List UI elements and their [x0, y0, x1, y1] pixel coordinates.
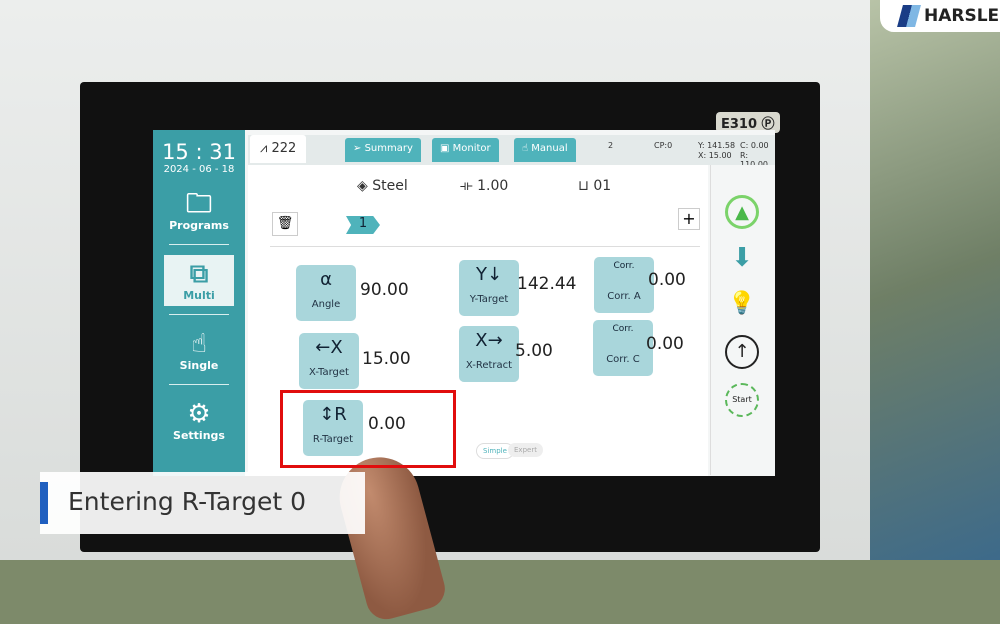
- gear-icon: ⚙: [187, 399, 211, 429]
- tab-program[interactable]: ⩘ 222: [250, 135, 307, 163]
- hand-icon: ☝: [191, 329, 207, 359]
- lightbulb-icon[interactable]: 💡: [725, 289, 759, 323]
- die-icon: ⊔: [578, 178, 589, 194]
- material-icon: ◈: [357, 178, 368, 194]
- material-selector[interactable]: ◈ Steel: [357, 178, 408, 194]
- monitor-icon: ▣: [440, 143, 450, 154]
- param-angle[interactable]: α Angle: [296, 265, 356, 321]
- divider: [169, 314, 229, 315]
- add-step-button[interactable]: +: [678, 208, 700, 230]
- param-label: Corr. A: [607, 291, 641, 302]
- sidebar-item-single[interactable]: ☝ Single: [164, 325, 234, 376]
- right-rail: ▲ ⬇ 💡 ↑ Start: [710, 165, 775, 475]
- cycle-up-icon[interactable]: ▲: [725, 195, 759, 229]
- param-x-target[interactable]: ←X X-Target: [299, 333, 359, 389]
- corr-a-icon: Corr.: [613, 261, 635, 271]
- angle-value[interactable]: 90.00: [360, 280, 409, 300]
- x-readout: X: 15.00: [698, 151, 732, 160]
- clock-time: 15 : 31: [162, 140, 236, 164]
- tab-summary[interactable]: ➢ Summary: [345, 138, 421, 162]
- thickness-field[interactable]: ⟛ 1.00: [460, 178, 508, 194]
- divider: [169, 244, 229, 245]
- nav-label: Multi: [183, 289, 215, 302]
- thickness-icon: ⟛: [460, 178, 473, 194]
- trash-icon: 🗑: [276, 216, 294, 231]
- thickness-value: 1.00: [477, 178, 509, 194]
- tab-label: Monitor: [452, 143, 491, 154]
- corr-a-value[interactable]: 0.00: [648, 270, 686, 290]
- folder-icon: 🗀: [185, 189, 212, 219]
- param-label: Y-Target: [469, 294, 509, 305]
- corr-c-value[interactable]: 0.00: [646, 334, 684, 354]
- sidebar-item-settings[interactable]: ⚙ Settings: [164, 395, 234, 446]
- tab-monitor[interactable]: ▣ Monitor: [432, 138, 499, 162]
- param-corr-c[interactable]: Corr. Corr. C: [593, 320, 653, 376]
- param-x-retract[interactable]: X→ X-Retract: [459, 326, 519, 382]
- param-label: Angle: [311, 299, 341, 310]
- angle-icon: α: [320, 269, 332, 290]
- c-readout: C: 0.00: [740, 141, 769, 150]
- logo-mark-icon: [897, 5, 921, 27]
- logo-text: HARSLE: [924, 6, 1000, 26]
- cp-readout: CP:0: [654, 141, 673, 150]
- tab-bar: ⩘ 222 ➢ Summary ▣ Monitor ☝ Manual 2 CP:…: [248, 135, 775, 169]
- param-label: Corr. C: [606, 354, 640, 365]
- bend-step-tab[interactable]: 1: [346, 216, 380, 234]
- nav-label: Settings: [173, 429, 225, 442]
- program-icon: ⩘: [260, 141, 268, 156]
- delete-button[interactable]: 🗑: [272, 212, 298, 236]
- die-value: 01: [593, 178, 612, 194]
- tab-manual[interactable]: ☝ Manual: [514, 138, 576, 162]
- y-target-value[interactable]: 142.44: [517, 274, 576, 294]
- bend-index: 1: [358, 216, 368, 231]
- clock-date: 2024 - 06 - 18: [163, 164, 235, 175]
- material-value: Steel: [372, 178, 408, 194]
- x-retract-value[interactable]: 5.00: [515, 341, 553, 361]
- corr-c-icon: Corr.: [612, 324, 634, 334]
- plus-icon: +: [682, 209, 696, 228]
- die-selector[interactable]: ⊔ 01: [578, 178, 611, 194]
- background: [860, 0, 1000, 560]
- step-count: 2: [608, 141, 614, 150]
- x-retract-icon: X→: [475, 330, 503, 351]
- y-readout: Y: 141.58: [698, 141, 736, 150]
- start-button[interactable]: Start: [725, 383, 759, 417]
- y-target-icon: Y↓: [475, 264, 503, 285]
- sidebar: 15 : 31 2024 - 06 - 18 🗀 Programs ⧉ Multi …: [153, 130, 245, 476]
- harsle-logo: HARSLE: [880, 0, 1000, 32]
- divider: [270, 246, 700, 247]
- start-label: Start: [732, 395, 752, 404]
- multi-icon: ⧉: [189, 259, 209, 289]
- mode-expert[interactable]: Expert: [508, 443, 543, 457]
- down-arrow-icon[interactable]: ⬇: [725, 243, 759, 277]
- tab-label: Manual: [531, 143, 568, 154]
- up-arrow-icon[interactable]: ↑: [725, 335, 759, 369]
- nav-label: Single: [179, 359, 219, 372]
- param-label: X-Target: [309, 367, 349, 378]
- send-icon: ➢: [353, 143, 362, 154]
- hand-icon: ☝: [522, 143, 529, 154]
- divider: [169, 384, 229, 385]
- caption-box: Entering R-Target 0: [40, 472, 365, 534]
- nav-label: Programs: [169, 219, 229, 232]
- caption-bar: [40, 482, 48, 524]
- sidebar-item-programs[interactable]: 🗀 Programs: [164, 185, 234, 236]
- param-label: X-Retract: [465, 360, 513, 371]
- x-target-icon: ←X: [315, 337, 343, 358]
- caption-text: Entering R-Target 0: [68, 487, 306, 516]
- x-target-value[interactable]: 15.00: [362, 349, 411, 369]
- param-y-target[interactable]: Y↓ Y-Target: [459, 260, 519, 316]
- param-corr-a[interactable]: Corr. Corr. A: [594, 257, 654, 313]
- program-number: 222: [271, 141, 297, 156]
- sidebar-item-multi[interactable]: ⧉ Multi: [164, 255, 234, 306]
- highlight-box: [280, 390, 456, 468]
- tab-label: Summary: [364, 143, 413, 154]
